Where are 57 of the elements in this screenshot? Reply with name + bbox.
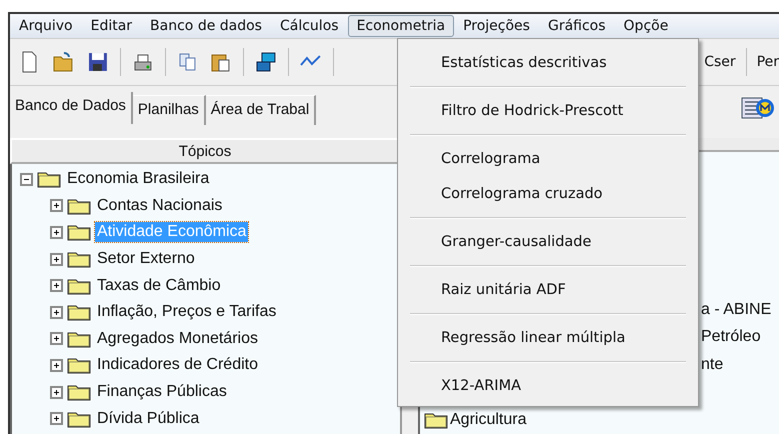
- tree-item[interactable]: Petróleo: [701, 328, 761, 346]
- menu-item[interactable]: Gráficos: [538, 15, 615, 37]
- folder-icon: [67, 223, 91, 242]
- app-icon[interactable]: [741, 96, 775, 120]
- menu-item[interactable]: X12-ARIMA: [398, 368, 698, 403]
- expand-icon[interactable]: [50, 199, 63, 212]
- tab[interactable]: Planilhas: [132, 95, 206, 125]
- tree-item[interactable]: Indicadores de Crédito: [95, 355, 260, 376]
- folder-icon: [37, 170, 61, 188]
- expand-icon[interactable]: [50, 386, 63, 399]
- expand-icon[interactable]: [50, 252, 63, 266]
- windows-icon[interactable]: [254, 50, 278, 74]
- tree-item[interactable]: Economia Brasileira: [65, 169, 212, 190]
- tree-item[interactable]: Inflação, Preços e Tarifas: [95, 302, 278, 322]
- folder-icon: [67, 303, 91, 322]
- tree-item[interactable]: Dívida Pública: [95, 408, 202, 429]
- tree-item[interactable]: nte: [701, 356, 724, 374]
- expand-icon[interactable]: [50, 279, 63, 292]
- expand-icon[interactable]: [50, 226, 63, 239]
- toolbar-button[interactable]: Per: [756, 52, 779, 72]
- collapse-icon[interactable]: [20, 172, 33, 186]
- tree-item[interactable]: Contas Nacionais: [95, 196, 224, 216]
- menu-item[interactable]: Editar: [82, 15, 142, 37]
- menu-item[interactable]: Correlograma: [398, 141, 698, 176]
- folder-icon: [67, 383, 91, 402]
- expand-icon[interactable]: [50, 358, 63, 372]
- menu-item[interactable]: Opçõe: [614, 15, 678, 37]
- menu-item[interactable]: Cálculos: [270, 15, 348, 37]
- menu-item[interactable]: Granger-causalidade: [398, 224, 698, 259]
- menu-item[interactable]: Regressão linear múltipla: [398, 320, 698, 355]
- folder-icon: [67, 410, 91, 428]
- folder-icon: [67, 356, 91, 374]
- folder-icon: [67, 196, 91, 215]
- tree-item[interactable]: Agregados Monetários: [95, 328, 260, 349]
- menu-item[interactable]: Projeções: [454, 15, 539, 37]
- folder-icon: [424, 411, 448, 430]
- menu-item[interactable]: Correlograma cruzado: [398, 176, 698, 211]
- tree-item[interactable]: Finanças Públicas: [95, 382, 229, 402]
- tab[interactable]: Área de Trabal: [206, 95, 316, 125]
- folder-icon: [67, 276, 91, 295]
- expand-icon[interactable]: [50, 412, 63, 426]
- expand-icon[interactable]: [50, 332, 63, 346]
- menu-item[interactable]: Raiz unitária ADF: [398, 272, 698, 307]
- menu-item[interactable]: Banco de dados: [141, 15, 271, 37]
- menu-item[interactable]: Estatísticas descritivas: [398, 45, 698, 80]
- column-header: Tópicos: [10, 138, 400, 164]
- menu-item[interactable]: Arquivo: [10, 15, 82, 37]
- tree-item[interactable]: Taxas de Câmbio: [95, 276, 223, 296]
- menu-item[interactable]: Filtro de Hodrick-Prescott: [398, 93, 698, 128]
- folder-icon: [67, 330, 91, 348]
- toolbar-button[interactable]: Cser: [704, 52, 736, 72]
- menu-item[interactable]: Econometria: [348, 15, 454, 37]
- tree-item[interactable]: Agricultura: [450, 411, 526, 430]
- folder-icon: [67, 250, 91, 268]
- tree-item[interactable]: a - ABINE: [701, 300, 772, 319]
- expand-icon[interactable]: [50, 306, 63, 319]
- tree-item[interactable]: Setor Externo: [95, 249, 197, 270]
